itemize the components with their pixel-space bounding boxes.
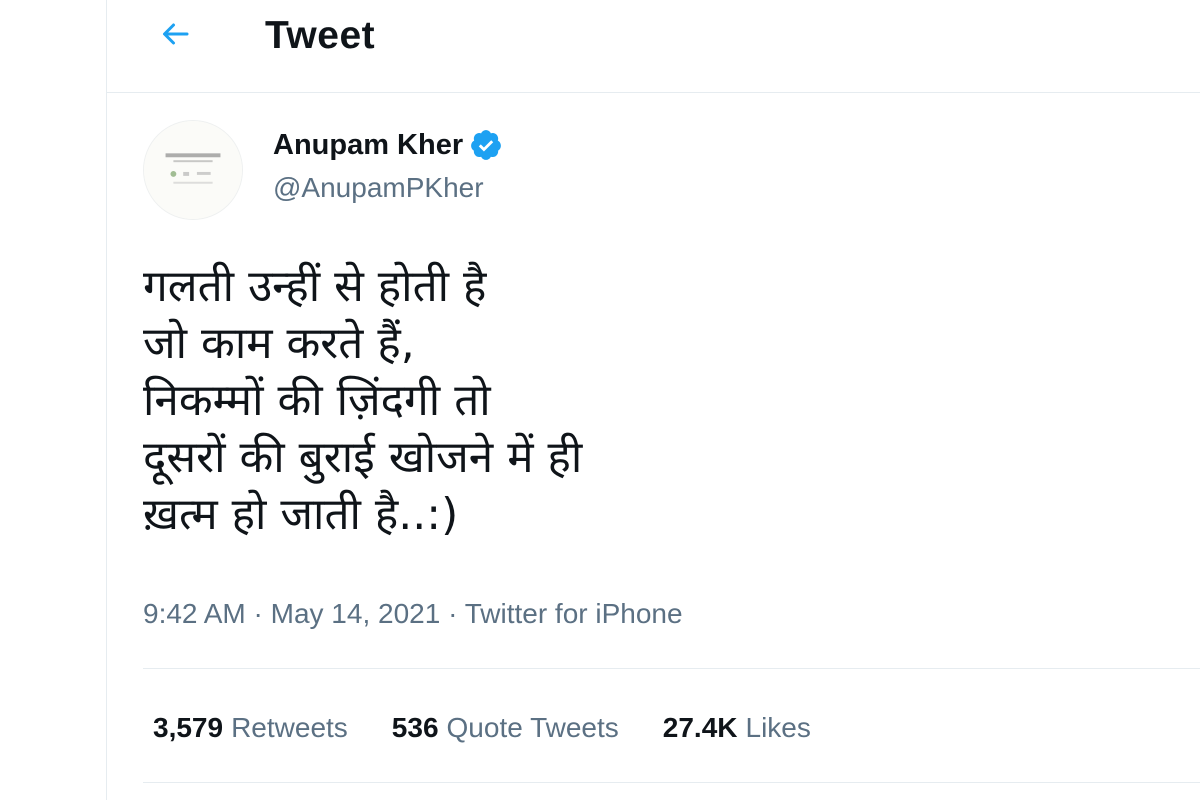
avatar[interactable] xyxy=(143,120,243,220)
retweets-label: Retweets xyxy=(231,712,348,743)
meta-separator: · xyxy=(245,598,271,629)
likes-stat[interactable]: 27.4K Likes xyxy=(663,706,811,750)
tweet-source[interactable]: Twitter for iPhone xyxy=(465,598,683,629)
likes-count: 27.4K xyxy=(662,712,738,743)
verified-badge-icon xyxy=(469,128,503,162)
tweet-author: Anupam Kher @AnupamPKher xyxy=(143,120,1143,220)
tweet-line: दूसरों की बुराई खोजने में ही xyxy=(143,432,583,483)
tweet-line: जो काम करते हैं, xyxy=(143,318,415,369)
quote-tweets-stat[interactable]: 536 Quote Tweets xyxy=(392,706,619,750)
arrow-left-icon xyxy=(163,23,189,45)
tweet-text: गलती उन्हीं से होती है जो काम करते हैं, … xyxy=(143,258,1143,543)
back-button[interactable] xyxy=(153,12,197,56)
divider xyxy=(143,782,1200,783)
tweet-meta: 9:42 AM · May 14, 2021 · Twitter for iPh… xyxy=(143,594,683,634)
tweet-time[interactable]: 9:42 AM xyxy=(143,598,246,629)
retweets-stat[interactable]: 3,579 Retweets xyxy=(153,706,348,750)
tweet-line: ख़त्म हो जाती है..:) xyxy=(143,489,459,540)
display-name: Anupam Kher xyxy=(273,129,464,161)
quote-tweets-label: Quote Tweets xyxy=(446,712,619,743)
page-title: Tweet xyxy=(265,14,376,57)
divider xyxy=(143,668,1200,669)
quote-tweets-count: 536 xyxy=(391,712,439,743)
tweet-date[interactable]: May 14, 2021 xyxy=(271,598,441,629)
tweet-stats: 3,579 Retweets 536 Quote Tweets 27.4K Likes xyxy=(153,706,855,750)
left-sidebar-divider xyxy=(0,0,107,800)
avatar-image xyxy=(144,121,242,219)
user-handle[interactable]: @AnupamPKher xyxy=(273,170,484,206)
tweet-page: Tweet Anupam Kher @AnupamPKher गलती उन्ह… xyxy=(0,0,1200,800)
tweet-line: निकम्मों की ज़िंदगी तो xyxy=(143,375,491,426)
meta-separator: · xyxy=(440,598,465,629)
retweets-count: 3,579 xyxy=(153,712,224,743)
page-header: Tweet xyxy=(107,0,1200,93)
tweet-line: गलती उन्हीं से होती है xyxy=(143,261,487,312)
display-name-link[interactable]: Anupam Kher xyxy=(273,126,503,164)
likes-label: Likes xyxy=(745,712,811,743)
